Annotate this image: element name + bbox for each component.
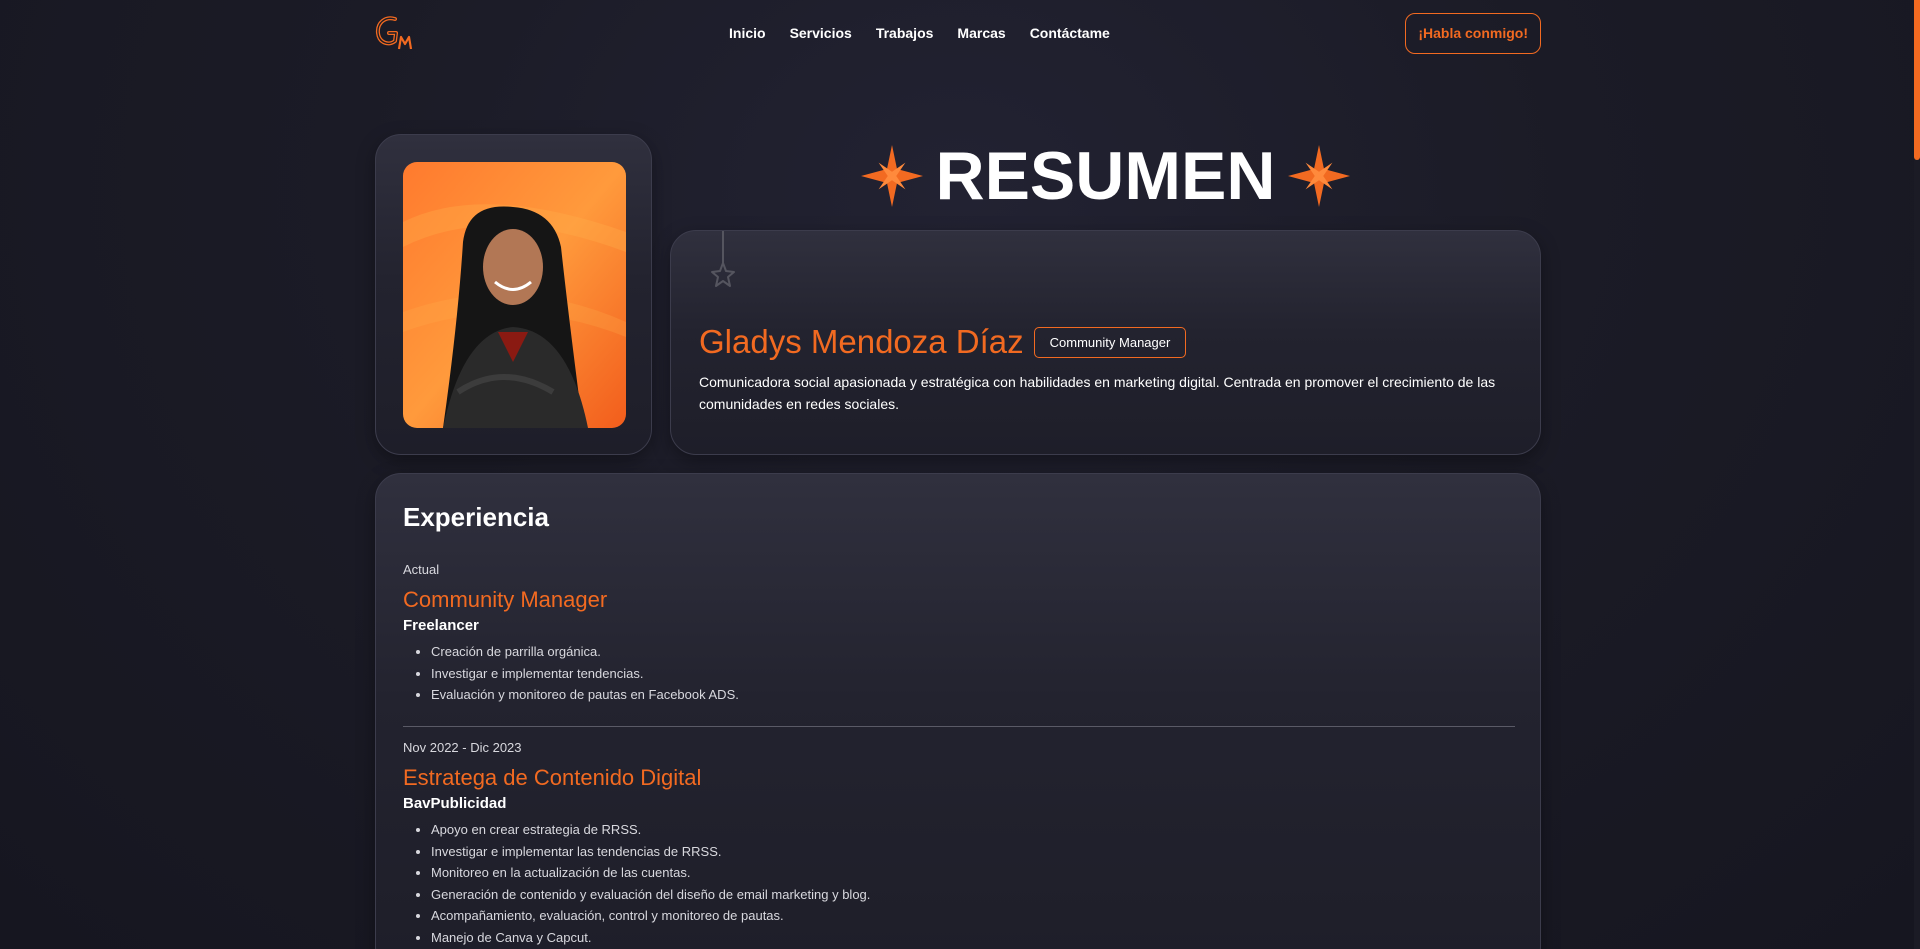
- nav-link-contactame[interactable]: Contáctame: [1030, 25, 1110, 41]
- job-task: Generación de contenido y evaluación del…: [431, 884, 1515, 906]
- nav-link-inicio[interactable]: Inicio: [729, 25, 766, 41]
- job-task: Investigar e implementar las tendencias …: [431, 841, 1515, 863]
- profile-photo-card: [375, 134, 652, 455]
- job-entry: Nov 2022 - Dic 2023 Estratega de Conteni…: [403, 740, 1515, 948]
- job-task-list: Creación de parrilla orgánica. Investiga…: [403, 641, 1515, 706]
- experience-title: Experiencia: [403, 502, 549, 532]
- job-task: Manejo de Canva y Capcut.: [431, 927, 1515, 949]
- scrollbar-thumb[interactable]: [1914, 0, 1920, 160]
- job-company: BavPublicidad: [403, 795, 507, 812]
- main-nav: Inicio Servicios Trabajos Marcas Contáct…: [729, 0, 1110, 66]
- job-task: Evaluación y monitoreo de pautas en Face…: [431, 684, 1515, 706]
- divider: [403, 726, 1515, 727]
- job-date: Actual: [403, 562, 440, 577]
- job-task: Investigar e implementar tendencias.: [431, 663, 1515, 685]
- job-date: Nov 2022 - Dic 2023: [403, 740, 522, 755]
- role-badge: Community Manager: [1033, 326, 1187, 358]
- name-row: Gladys Mendoza Díaz Community Manager: [699, 323, 1187, 361]
- sparkle-star-icon: [1287, 145, 1350, 207]
- scrollbar-track[interactable]: [1914, 0, 1920, 949]
- summary-card: Gladys Mendoza Díaz Community Manager Co…: [670, 230, 1541, 455]
- hanging-star-icon: [711, 231, 735, 287]
- job-task: Apoyo en crear estrategia de RRSS.: [431, 819, 1515, 841]
- logo[interactable]: [375, 13, 419, 53]
- job-task: Creación de parrilla orgánica.: [431, 641, 1515, 663]
- gm-logo-icon: [375, 16, 413, 50]
- site-header: Inicio Servicios Trabajos Marcas Contáct…: [375, 0, 1541, 66]
- nav-link-marcas[interactable]: Marcas: [957, 25, 1005, 41]
- nav-link-trabajos[interactable]: Trabajos: [876, 25, 934, 41]
- job-entry: Actual Community Manager Freelancer Crea…: [403, 562, 1515, 706]
- profile-photo: [403, 162, 626, 428]
- talk-to-me-button[interactable]: ¡Habla conmigo!: [1405, 12, 1541, 54]
- job-company: Freelancer: [403, 617, 479, 634]
- experience-card: Experiencia Actual Community Manager Fre…: [375, 473, 1541, 949]
- summary-heading: RESUMEN: [670, 136, 1541, 216]
- job-task: Monitoreo en la actualización de las cue…: [431, 862, 1515, 884]
- section-title: RESUMEN: [935, 138, 1276, 214]
- job-task-list: Apoyo en crear estrategia de RRSS. Inves…: [403, 819, 1515, 948]
- job-role: Community Manager: [403, 587, 608, 612]
- sparkle-star-icon: [861, 145, 924, 207]
- job-task: Acompañamiento, evaluación, control y mo…: [431, 905, 1515, 927]
- job-role: Estratega de Contenido Digital: [403, 765, 702, 790]
- person-name: Gladys Mendoza Díaz: [699, 323, 1024, 360]
- nav-link-servicios[interactable]: Servicios: [790, 25, 852, 41]
- bio-text: Comunicadora social apasionada y estraté…: [699, 374, 1496, 412]
